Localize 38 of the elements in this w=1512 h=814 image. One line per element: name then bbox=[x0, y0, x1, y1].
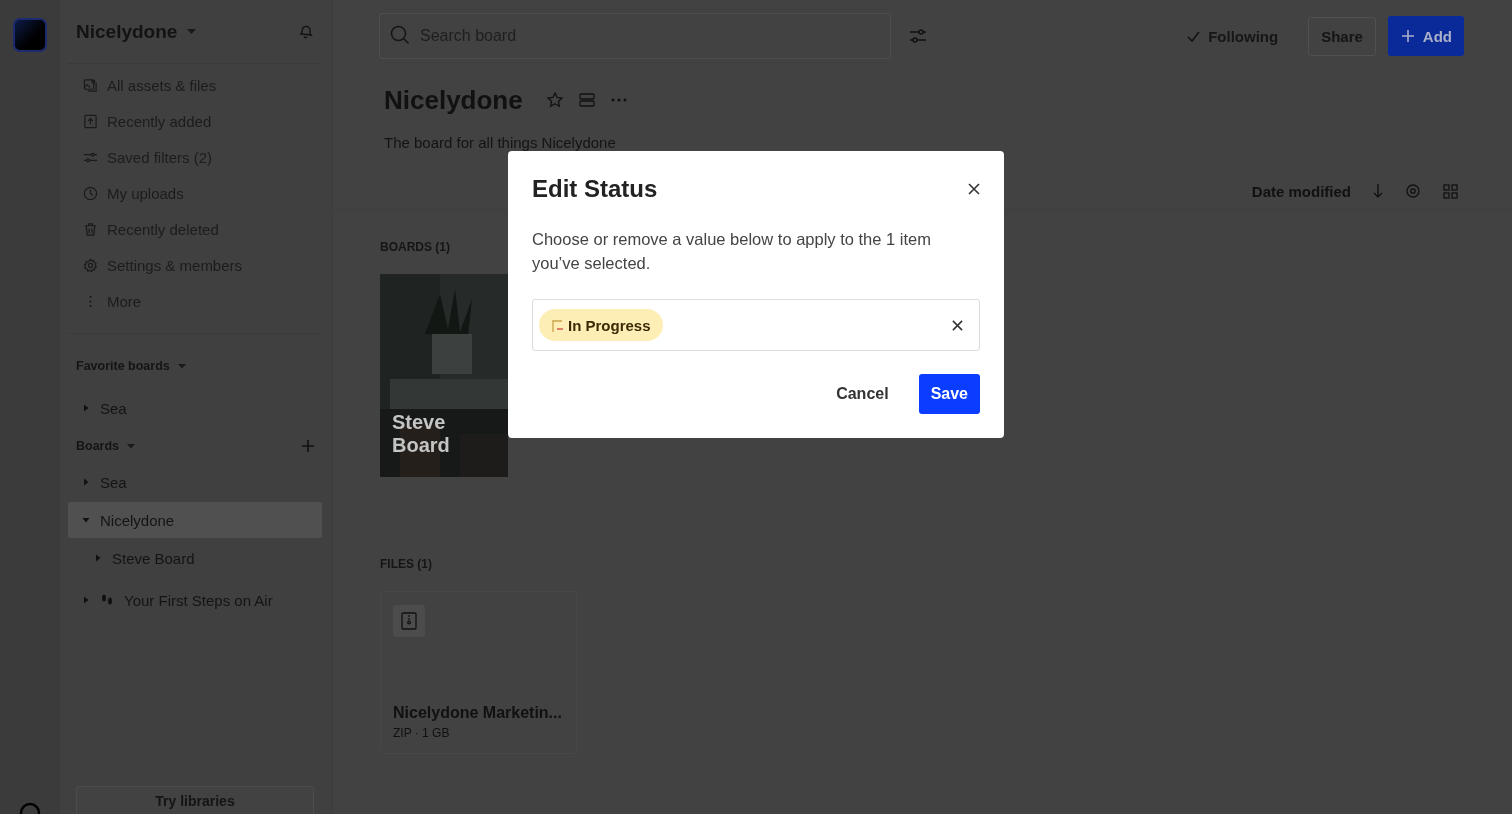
caret-icon[interactable] bbox=[82, 478, 90, 486]
filter-icon[interactable] bbox=[909, 28, 927, 44]
clock-icon bbox=[83, 185, 98, 201]
footprints-icon bbox=[100, 593, 114, 607]
dropdown-caret-icon[interactable] bbox=[127, 443, 136, 449]
caret-icon[interactable] bbox=[82, 516, 90, 524]
caret-icon[interactable] bbox=[82, 596, 90, 604]
board-card[interactable]: Steve Board bbox=[380, 274, 508, 477]
dropdown-caret-icon[interactable] bbox=[187, 28, 197, 35]
cancel-button[interactable]: Cancel bbox=[830, 384, 895, 404]
zip-file-icon bbox=[393, 605, 425, 637]
clear-icon[interactable] bbox=[952, 319, 963, 331]
board-card-title: Steve Board bbox=[392, 411, 451, 457]
upload-icon bbox=[83, 113, 98, 129]
dropdown-caret-icon[interactable] bbox=[177, 363, 186, 369]
dialog-title: Edit Status bbox=[532, 175, 658, 203]
layout-icon[interactable] bbox=[578, 93, 595, 107]
status-field[interactable]: In Progress bbox=[532, 299, 980, 351]
save-button[interactable]: Save bbox=[918, 374, 980, 414]
star-icon[interactable] bbox=[546, 92, 563, 108]
plus-icon bbox=[1401, 30, 1414, 42]
more-icon[interactable] bbox=[610, 98, 627, 102]
close-icon[interactable] bbox=[968, 183, 980, 195]
workspace-logo[interactable] bbox=[12, 18, 47, 52]
dialog-message: Choose or remove a value below to apply to the 1 item you’ve selected. bbox=[532, 229, 932, 274]
arrow-down-icon[interactable] bbox=[1373, 184, 1383, 198]
status-tag[interactable]: In Progress bbox=[539, 309, 663, 341]
bell-icon[interactable] bbox=[298, 23, 314, 40]
trash-icon bbox=[83, 221, 98, 237]
crane-icon bbox=[551, 318, 564, 332]
caret-icon[interactable] bbox=[94, 554, 102, 562]
caret-icon[interactable] bbox=[82, 404, 90, 412]
grid-icon[interactable] bbox=[1443, 183, 1458, 199]
add-button[interactable]: Add bbox=[1387, 16, 1464, 56]
add-icon[interactable] bbox=[302, 440, 314, 452]
search-icon bbox=[390, 25, 410, 45]
images-icon bbox=[83, 77, 98, 93]
board-item[interactable]: Nicelydone bbox=[68, 502, 322, 538]
